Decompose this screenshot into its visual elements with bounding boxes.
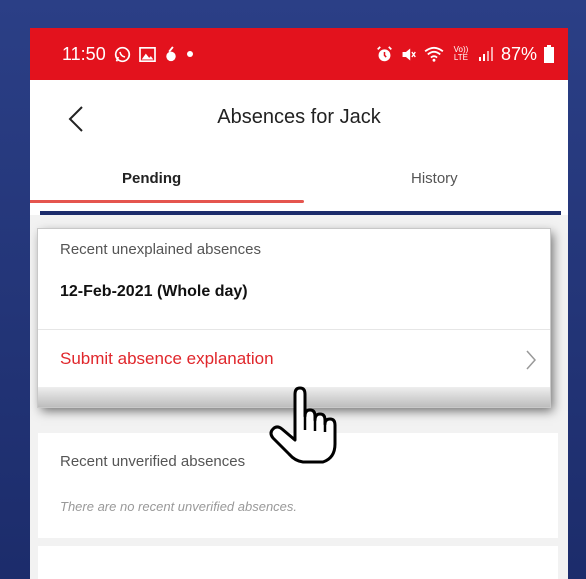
whatsapp-icon — [114, 46, 131, 63]
tab-bar: Pending History — [30, 158, 568, 204]
page-title: Absences for Jack — [217, 106, 381, 128]
tab-pending[interactable]: Pending — [122, 170, 181, 187]
hand-pointer-icon — [265, 386, 339, 471]
tab-history[interactable]: History — [411, 170, 458, 187]
unverified-heading: Recent unverified absences — [60, 453, 246, 470]
volte-icon: Vo)) LTE — [453, 45, 469, 62]
app-icon — [164, 45, 178, 63]
next-card — [38, 546, 558, 579]
active-tab-indicator — [30, 200, 304, 203]
unverified-empty-text: There are no recent unverified absences. — [60, 499, 298, 514]
wifi-icon — [424, 46, 444, 62]
submit-explanation-button[interactable]: Submit absence explanation — [38, 330, 550, 388]
battery-percent: 87% — [500, 43, 537, 64]
mute-icon — [400, 46, 417, 63]
battery-icon — [544, 45, 554, 63]
status-bar-left: 11:50 — [62, 44, 194, 65]
status-bar-right: Vo)) LTE 87% — [376, 44, 554, 65]
dot-icon — [186, 50, 194, 58]
status-bar: 11:50 Vo)) LTE 87% — [30, 28, 568, 80]
unexplained-absences-card: Recent unexplained absences 12-Feb-2021 … — [38, 229, 550, 407]
phone-screen: 11:50 Vo)) LTE 87% Absences for Jack Pen… — [30, 28, 568, 579]
status-time: 11:50 — [62, 43, 106, 64]
gallery-icon — [138, 46, 156, 62]
signal-icon — [478, 46, 494, 62]
header-divider — [40, 211, 561, 215]
alarm-icon — [376, 45, 393, 63]
unexplained-heading: Recent unexplained absences — [60, 241, 261, 258]
app-header: Absences for Jack — [30, 80, 568, 158]
submit-explanation-label: Submit absence explanation — [60, 349, 274, 368]
absence-date: 12-Feb-2021 (Whole day) — [60, 283, 248, 300]
chevron-right-icon — [526, 350, 536, 370]
